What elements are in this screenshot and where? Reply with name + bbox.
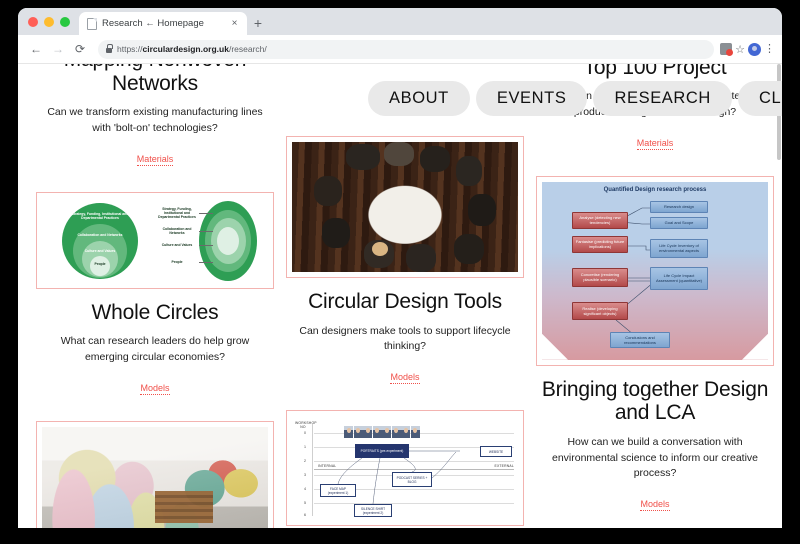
back-icon[interactable]: ←: [26, 39, 46, 59]
lca-box-research-design: Research design: [650, 200, 708, 213]
card-tag-materials[interactable]: Materials: [136, 154, 174, 166]
round-table-workshop-image: [292, 142, 518, 272]
page-favicon-icon: [87, 17, 97, 30]
ring-label-people: People: [94, 261, 106, 266]
project-card-circular-design-tools[interactable]: Circular Design Tools Can designers make…: [282, 136, 528, 404]
person: [454, 234, 484, 264]
card-question: What can research leaders do help grow e…: [60, 335, 250, 363]
person: [322, 218, 350, 248]
lca-box-inventory: Life Cycle Inventory of environmental as…: [650, 238, 708, 258]
circles-offset: Strategy, Funding, Institutional and Dep…: [155, 198, 268, 283]
ring-label-culture: Culture and Values: [84, 248, 116, 253]
textile-pile-photo[interactable]: [36, 420, 274, 528]
maximize-window-button[interactable]: [60, 17, 70, 27]
lca-box-concretise: Concretise (rendering plausible scenario…: [572, 267, 628, 287]
circles-concentric: Strategy, Funding, Institutional and Dep…: [42, 198, 155, 283]
card-question: Can designers make tools to support life…: [299, 324, 511, 353]
page-content: ABOUT EVENTS RESEARCH CLIENT OFFER Mappi…: [18, 64, 782, 528]
lca-box-analyse: Analyse (detecting new tendencies): [572, 211, 628, 229]
offset-label-strategy: Strategy, Funding, Institutional and Dep…: [155, 207, 213, 220]
nav-item-client-offer[interactable]: CLIENT OFFER: [737, 81, 782, 116]
offset-label-people: People: [155, 260, 213, 264]
lca-box-goal-and-scope: Goal and Scope: [650, 216, 708, 229]
lca-box-fantasise: Fantasise (predicting future implication…: [572, 235, 628, 253]
toolbar-actions: ☆ ⋮: [720, 42, 775, 56]
browser-window: Research ← Homepage × + ← → ⟳ https://ci…: [18, 8, 782, 528]
project-card-textiles[interactable]: [32, 420, 278, 528]
card-title: Circular Design Tools: [308, 290, 502, 313]
nested-circles-graphic: Strategy, Funding, Institutional and Dep…: [42, 197, 268, 283]
browser-toolbar: ← → ⟳ https://circulardesign.org.uk/rese…: [18, 35, 782, 64]
minimize-window-button[interactable]: [44, 17, 54, 27]
address-bar[interactable]: https://circulardesign.org.uk/research/: [98, 39, 715, 59]
connector-curves: [337, 450, 460, 505]
new-tab-button[interactable]: +: [247, 12, 269, 34]
lca-process-diagram[interactable]: Quantified Design research process Analy…: [536, 175, 774, 366]
card-tag-models[interactable]: Models: [390, 372, 420, 385]
tab-strip: Research ← Homepage × +: [18, 8, 782, 35]
lca-box-realise: Realise (developing significant objects): [572, 301, 628, 320]
blonde-head: [372, 242, 388, 256]
lca-box-conclusions: Conclusions and recommendations: [610, 331, 670, 348]
nav-item-research[interactable]: RESEARCH: [593, 81, 732, 116]
project-card-whole-circles[interactable]: Strategy, Funding, Institutional and Dep…: [32, 191, 278, 415]
column-middle: Circular Design Tools Can designers make…: [282, 64, 528, 528]
browser-menu-icon[interactable]: ⋮: [764, 43, 775, 55]
person: [468, 194, 496, 226]
bookmark-star-icon[interactable]: ☆: [735, 43, 745, 56]
offset-label-collaboration: Collaboration and Networks: [155, 227, 213, 236]
address-bar-url: https://circulardesign.org.uk/research/: [117, 44, 267, 54]
column-left: Mapping Nonwoven Networks Can we transfo…: [32, 64, 278, 528]
project-card-design-and-lca[interactable]: Quantified Design research process Analy…: [532, 175, 778, 528]
card-title: Bringing together Design and LCA: [541, 377, 769, 425]
column-right: production? Top 100 Project How can we e…: [532, 64, 778, 528]
card-title: Top 100 Project: [583, 64, 727, 79]
forward-icon[interactable]: →: [48, 39, 68, 59]
nav-item-events[interactable]: EVENTS: [475, 81, 588, 116]
textile-waste-image: [42, 426, 268, 528]
card-title: Mapping Nonwoven Networks: [64, 64, 247, 95]
close-window-button[interactable]: [28, 17, 38, 27]
window-traffic-lights: [18, 17, 79, 35]
card-tag-models[interactable]: Models: [140, 383, 170, 395]
person: [314, 176, 342, 206]
card-question: Can we transform existing manufacturing …: [47, 106, 263, 134]
person: [346, 144, 380, 170]
project-card-mapping-nonwoven-networks[interactable]: Mapping Nonwoven Networks Can we transfo…: [32, 64, 278, 186]
workshop-table-photo[interactable]: [286, 136, 524, 278]
person: [420, 146, 450, 172]
ring-label-collaboration: Collaboration and Networks: [77, 232, 123, 237]
offset-ring-people: [217, 226, 239, 255]
card-tag-models[interactable]: Models: [640, 499, 670, 512]
page-viewport: ABOUT EVENTS RESEARCH CLIENT OFFER Mappi…: [18, 64, 782, 528]
project-card-face-ing-collaboration[interactable]: WORKSHOP NO 0 1 2 3 4 5 6 INTERNAL EXTER…: [282, 410, 528, 528]
extension-icon[interactable]: [720, 43, 734, 56]
quantified-design-process-graphic: Quantified Design research process Analy…: [542, 181, 768, 360]
card-title: Whole Circles: [91, 300, 219, 324]
browser-tab-title: Research ← Homepage: [102, 18, 204, 29]
card-tag-materials[interactable]: Materials: [636, 138, 674, 150]
faceing-collaboration-diagram[interactable]: WORKSHOP NO 0 1 2 3 4 5 6 INTERNAL EXTER…: [286, 410, 524, 527]
person: [384, 142, 414, 166]
offset-label-culture: Culture and Values: [155, 243, 213, 247]
project-card-top-100-project[interactable]: production? Top 100 Project How can we e…: [532, 64, 778, 170]
person: [456, 156, 482, 186]
lock-icon: [106, 44, 113, 53]
workshop-timeline-chart: WORKSHOP NO 0 1 2 3 4 5 6 INTERNAL EXTER…: [292, 416, 518, 521]
person: [406, 244, 436, 272]
reload-icon[interactable]: ⟳: [70, 39, 90, 59]
profile-avatar[interactable]: [748, 42, 761, 56]
site-navigation: ABOUT EVENTS RESEARCH CLIENT OFFER: [368, 81, 782, 116]
close-tab-icon[interactable]: ×: [228, 18, 241, 29]
page-scrollbar[interactable]: [776, 64, 782, 528]
ring-label-strategy: Strategy, Funding, Institutional and Dep…: [71, 211, 129, 220]
nav-item-about[interactable]: ABOUT: [368, 81, 470, 116]
wooden-pallet: [155, 490, 213, 523]
project-columns: Mapping Nonwoven Networks Can we transfo…: [18, 64, 782, 528]
browser-tab[interactable]: Research ← Homepage ×: [79, 12, 247, 35]
lca-box-impact-assessment: Life Cycle Impact Assessment (quantitati…: [650, 266, 708, 290]
card-question: How can we build a conversation with env…: [551, 435, 758, 480]
whole-circles-diagram[interactable]: Strategy, Funding, Institutional and Dep…: [36, 191, 274, 289]
